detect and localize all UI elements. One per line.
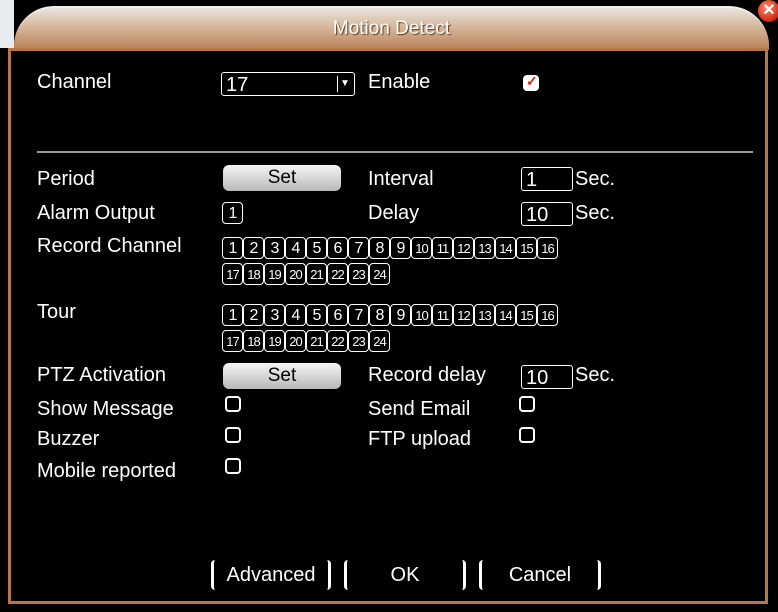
tour-channel-box[interactable]: 20 (285, 330, 306, 352)
tour-channel-box[interactable]: 18 (243, 330, 264, 352)
record-channel-box[interactable]: 17 (222, 263, 243, 285)
record-channel-box[interactable]: 18 (243, 263, 264, 285)
record-channel-box[interactable]: 21 (306, 263, 327, 285)
tour-channel-box[interactable]: 15 (516, 304, 537, 326)
tour-channel-box[interactable]: 9 (390, 304, 411, 326)
tour-channel-box[interactable]: 19 (264, 330, 285, 352)
alarm-output-box[interactable]: 1 (222, 202, 243, 224)
tour-channel-box[interactable]: 13 (474, 304, 495, 326)
tour-row1: 1 2 3 4 5 6 7 8 9 10 11 12 13 14 15 16 (222, 304, 558, 326)
channel-select[interactable]: 17 ▼ (221, 72, 355, 96)
tour-row2: 17 18 19 20 21 22 23 24 (222, 330, 390, 352)
record-channel-box[interactable]: 23 (348, 263, 369, 285)
record-channel-box[interactable]: 3 (264, 237, 285, 259)
record-delay-label: Record delay (368, 364, 486, 386)
enable-checkbox[interactable]: ✓ (523, 73, 539, 91)
ok-button[interactable]: OK (344, 560, 466, 590)
enable-label: Enable (368, 71, 431, 93)
record-channel-box[interactable]: 5 (306, 237, 327, 259)
send-email-label: Send Email (368, 398, 471, 420)
record-channel-box[interactable]: 22 (327, 263, 348, 285)
motion-detect-panel: Channel 17 ▼ Enable ✓ Period Set Interva… (8, 48, 768, 604)
window-title: Motion Detect (332, 18, 451, 39)
tour-channel-box[interactable]: 8 (369, 304, 390, 326)
tour-label: Tour (37, 301, 76, 323)
buzzer-checkbox[interactable] (225, 427, 241, 443)
tour-channel-box[interactable]: 6 (327, 304, 348, 326)
title-bar: Motion Detect ✕ (0, 0, 778, 50)
channel-label: Channel (37, 71, 112, 93)
record-channel-box[interactable]: 13 (474, 237, 495, 259)
interval-input[interactable]: 1 (521, 167, 573, 191)
record-channel-box[interactable]: 8 (369, 237, 390, 259)
delay-unit: Sec. (575, 202, 616, 224)
checkmark-icon: ✓ (526, 73, 538, 89)
record-channel-box[interactable]: 1 (222, 237, 243, 259)
record-channel-box[interactable]: 15 (516, 237, 537, 259)
period-set-button[interactable]: Set (223, 165, 341, 191)
delay-label: Delay (368, 202, 420, 224)
tour-channel-box[interactable]: 5 (306, 304, 327, 326)
alarm-output-label: Alarm Output (37, 202, 155, 224)
title-left-strip (0, 0, 14, 48)
record-channel-label: Record Channel (37, 235, 182, 257)
mobile-reported-label: Mobile reported (37, 460, 176, 482)
send-email-checkbox[interactable] (519, 396, 535, 412)
tour-channel-box[interactable]: 12 (453, 304, 474, 326)
record-channel-box[interactable]: 20 (285, 263, 306, 285)
chevron-down-icon: ▼ (337, 76, 352, 92)
tour-channel-box[interactable]: 10 (411, 304, 432, 326)
cancel-button[interactable]: Cancel (479, 560, 601, 590)
mobile-reported-checkbox[interactable] (225, 458, 241, 474)
record-channel-box[interactable]: 9 (390, 237, 411, 259)
tour-channel-box[interactable]: 21 (306, 330, 327, 352)
advanced-button[interactable]: Advanced (211, 560, 331, 590)
record-channel-row2: 17 18 19 20 21 22 23 24 (222, 263, 390, 285)
record-channel-box[interactable]: 11 (432, 237, 453, 259)
tour-channel-box[interactable]: 4 (285, 304, 306, 326)
record-channel-box[interactable]: 6 (327, 237, 348, 259)
period-label: Period (37, 168, 95, 190)
ftp-upload-label: FTP upload (368, 428, 472, 450)
tour-channel-box[interactable]: 1 (222, 304, 243, 326)
title-tab: Motion Detect (14, 6, 769, 50)
tour-channel-box[interactable]: 17 (222, 330, 243, 352)
interval-unit: Sec. (575, 168, 616, 190)
show-message-checkbox[interactable] (225, 396, 241, 412)
buzzer-label: Buzzer (37, 428, 100, 450)
record-channel-box[interactable]: 14 (495, 237, 516, 259)
tour-channel-box[interactable]: 24 (369, 330, 390, 352)
record-channel-box[interactable]: 2 (243, 237, 264, 259)
tour-channel-box[interactable]: 7 (348, 304, 369, 326)
record-channel-row1: 1 2 3 4 5 6 7 8 9 10 11 12 13 14 15 16 (222, 237, 558, 259)
ftp-upload-checkbox[interactable] (519, 427, 535, 443)
tour-channel-box[interactable]: 23 (348, 330, 369, 352)
record-delay-unit: Sec. (575, 364, 616, 386)
tour-channel-box[interactable]: 14 (495, 304, 516, 326)
tour-channel-box[interactable]: 16 (537, 304, 558, 326)
record-channel-box[interactable]: 4 (285, 237, 306, 259)
record-channel-box[interactable]: 16 (537, 237, 558, 259)
tour-channel-box[interactable]: 3 (264, 304, 285, 326)
tour-channel-box[interactable]: 2 (243, 304, 264, 326)
record-channel-box[interactable]: 10 (411, 237, 432, 259)
tour-channel-box[interactable]: 22 (327, 330, 348, 352)
show-message-label: Show Message (37, 398, 174, 420)
record-channel-box[interactable]: 7 (348, 237, 369, 259)
record-delay-input[interactable]: 10 (521, 365, 573, 389)
separator-line (37, 151, 753, 153)
interval-label: Interval (368, 168, 434, 190)
channel-value: 17 (226, 74, 249, 96)
delay-input[interactable]: 10 (521, 202, 573, 226)
tour-channel-box[interactable]: 11 (432, 304, 453, 326)
record-channel-box[interactable]: 12 (453, 237, 474, 259)
close-icon[interactable]: ✕ (758, 0, 778, 22)
ptz-set-button[interactable]: Set (223, 363, 341, 389)
record-channel-box[interactable]: 19 (264, 263, 285, 285)
record-channel-box[interactable]: 24 (369, 263, 390, 285)
alarm-output-boxes: 1 (222, 202, 243, 224)
ptz-activation-label: PTZ Activation (37, 364, 166, 386)
